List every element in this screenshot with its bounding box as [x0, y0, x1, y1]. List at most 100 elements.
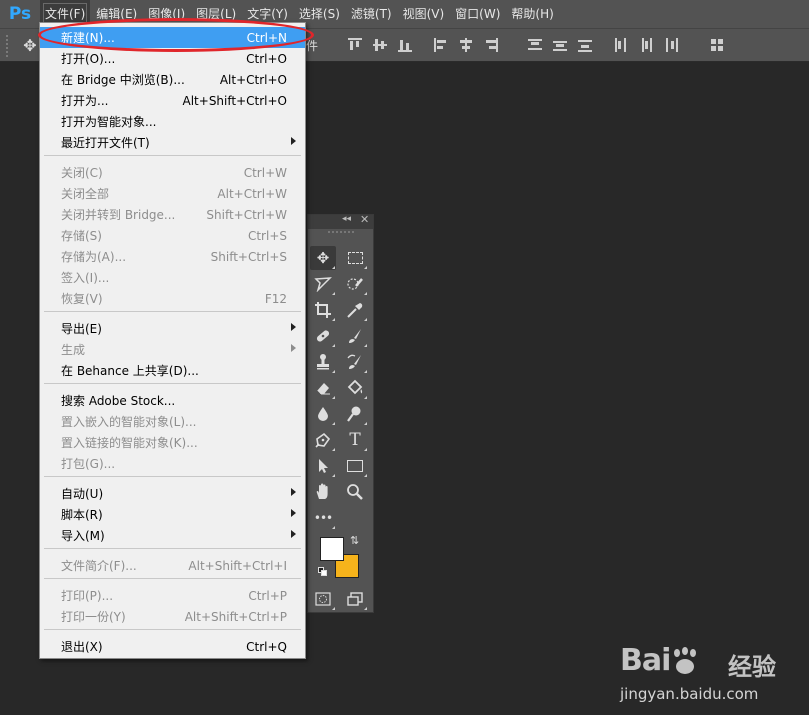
menu-item-label: 置入嵌入的智能对象(L)...: [61, 415, 197, 429]
menu-item-label: 脚本(R): [61, 508, 103, 522]
pen-tool-icon[interactable]: [310, 428, 336, 452]
menu-item-recent-files[interactable]: 最近打开文件(T): [40, 132, 305, 153]
menu-item-place-linked[interactable]: 置入链接的智能对象(K)...: [40, 432, 305, 453]
menu-item-label: 关闭全部: [61, 187, 110, 201]
menu-item-shortcut: Shift+Ctrl+W: [206, 207, 287, 222]
blur-tool-icon[interactable]: [310, 402, 336, 426]
marquee-tool-icon[interactable]: [342, 246, 368, 270]
default-colors-icon[interactable]: [318, 567, 328, 577]
distribute-right-icon[interactable]: [664, 38, 678, 52]
distribute-vcenter-icon[interactable]: [553, 38, 567, 52]
menu-item-revert[interactable]: 恢复(V) F12: [40, 288, 305, 309]
menu-item-shortcut: F12: [264, 291, 287, 306]
history-brush-tool-icon[interactable]: [342, 350, 368, 374]
close-icon[interactable]: ✕: [360, 213, 369, 226]
menu-view[interactable]: 视图(V): [398, 0, 450, 28]
distribute-left-icon[interactable]: [614, 38, 628, 52]
menu-item-generate[interactable]: 生成: [40, 339, 305, 360]
rectangle-tool-icon[interactable]: [342, 454, 368, 478]
menu-item-share-on-behance[interactable]: 在 Behance 上共享(D)...: [40, 360, 305, 381]
dodge-tool-icon[interactable]: [342, 402, 368, 426]
menu-item-label: 导出(E): [61, 322, 102, 336]
menu-item-shortcut: Ctrl+W: [243, 165, 287, 180]
menu-item-print-one-copy[interactable]: 打印一份(Y) Alt+Shift+Ctrl+P: [40, 606, 305, 627]
menu-window[interactable]: 窗口(W): [450, 0, 505, 28]
menu-item-exit[interactable]: 退出(X) Ctrl+Q: [40, 636, 305, 657]
menu-item-shortcut: Alt+Ctrl+W: [217, 186, 287, 201]
distribute-top-icon[interactable]: [528, 38, 542, 52]
paw-icon: [671, 646, 699, 675]
type-tool-icon[interactable]: T: [342, 428, 368, 452]
menu-item-search-adobe-stock[interactable]: 搜索 Adobe Stock...: [40, 390, 305, 411]
menu-item-label: 最近打开文件(T): [61, 136, 150, 150]
menu-separator: [44, 383, 301, 384]
menu-item-import[interactable]: 导入(M): [40, 525, 305, 546]
menu-item-label: 恢复(V): [61, 292, 103, 306]
healing-brush-tool-icon[interactable]: [310, 324, 336, 348]
align-hcenter-icon[interactable]: [459, 38, 473, 52]
menu-item-export[interactable]: 导出(E): [40, 318, 305, 339]
submenu-arrow-icon: [291, 344, 296, 352]
quick-mask-icon[interactable]: [310, 587, 336, 611]
menu-item-label: 在 Bridge 中浏览(B)...: [61, 73, 185, 87]
menu-filter[interactable]: 滤镜(T): [346, 0, 397, 28]
swap-colors-icon[interactable]: ⇅: [350, 534, 359, 547]
distribute-bottom-icon[interactable]: [578, 38, 592, 52]
auto-align-icon[interactable]: [710, 38, 724, 52]
tools-panel-grip[interactable]: [328, 231, 354, 234]
menu-item-shortcut: Alt+Shift+Ctrl+P: [184, 609, 287, 624]
menu-item-label: 打印(P)...: [61, 589, 114, 603]
align-left-icon[interactable]: [434, 38, 448, 52]
align-bottom-icon[interactable]: [398, 38, 412, 52]
menu-item-open-as[interactable]: 打开为... Alt+Shift+Ctrl+O: [40, 90, 305, 111]
menu-item-place-embedded[interactable]: 置入嵌入的智能对象(L)...: [40, 411, 305, 432]
eraser-tool-icon[interactable]: [310, 376, 336, 400]
menu-item-close-all[interactable]: 关闭全部 Alt+Ctrl+W: [40, 183, 305, 204]
menu-item-save-as[interactable]: 存储为(A)... Shift+Ctrl+S: [40, 246, 305, 267]
brush-tool-icon[interactable]: [342, 324, 368, 348]
collapse-icon[interactable]: ◂◂: [342, 214, 351, 224]
menu-item-automate[interactable]: 自动(U): [40, 483, 305, 504]
distribute-hcenter-icon[interactable]: [639, 38, 653, 52]
submenu-arrow-icon: [291, 488, 296, 496]
menu-item-shortcut: Ctrl+P: [248, 588, 287, 603]
crop-tool-icon[interactable]: [310, 298, 336, 322]
screen-mode-icon[interactable]: [342, 587, 368, 611]
menu-help[interactable]: 帮助(H): [506, 0, 558, 28]
zoom-tool-icon[interactable]: [342, 480, 368, 504]
submenu-arrow-icon: [291, 509, 296, 517]
clone-stamp-tool-icon[interactable]: [310, 350, 336, 374]
menu-item-browse-in-bridge[interactable]: 在 Bridge 中浏览(B)... Alt+Ctrl+O: [40, 69, 305, 90]
menu-item-close-and-go-to-bridge[interactable]: 关闭并转到 Bridge... Shift+Ctrl+W: [40, 204, 305, 225]
more-tools-icon[interactable]: •••: [310, 506, 336, 530]
lasso-tool-icon[interactable]: [310, 272, 336, 296]
foreground-color-swatch[interactable]: [320, 537, 344, 561]
menu-item-label: 自动(U): [61, 487, 104, 501]
options-bar-grip[interactable]: [6, 35, 10, 57]
hand-tool-icon[interactable]: [310, 480, 336, 504]
menu-item-close[interactable]: 关闭(C) Ctrl+W: [40, 162, 305, 183]
move-tool-icon[interactable]: ✥: [310, 246, 336, 270]
menu-item-file-info[interactable]: 文件简介(F)... Alt+Shift+Ctrl+I: [40, 555, 305, 576]
menu-item-label: 打开(O)...: [61, 52, 116, 66]
menu-item-scripts[interactable]: 脚本(R): [40, 504, 305, 525]
eyedropper-tool-icon[interactable]: [342, 298, 368, 322]
menu-item-package[interactable]: 打包(G)...: [40, 453, 305, 474]
menu-item-check-in[interactable]: 签入(I)...: [40, 267, 305, 288]
menu-item-shortcut: Ctrl+S: [247, 228, 287, 243]
quick-selection-tool-icon[interactable]: [342, 272, 368, 296]
menu-item-save[interactable]: 存储(S) Ctrl+S: [40, 225, 305, 246]
paint-bucket-tool-icon[interactable]: [342, 376, 368, 400]
menu-item-print[interactable]: 打印(P)... Ctrl+P: [40, 585, 305, 606]
tools-panel-header[interactable]: ◂◂ ✕: [308, 213, 373, 229]
move-icon[interactable]: ✥: [20, 36, 40, 56]
menu-item-shortcut: Alt+Ctrl+O: [219, 72, 287, 87]
menu-item-shortcut: Alt+Shift+Ctrl+I: [188, 558, 287, 573]
baidu-logo: Bai: [620, 643, 700, 678]
menu-item-open-as-smart-object[interactable]: 打开为智能对象...: [40, 111, 305, 132]
path-selection-tool-icon[interactable]: [310, 454, 336, 478]
align-right-icon[interactable]: [484, 38, 498, 52]
align-vcenter-icon[interactable]: [373, 38, 387, 52]
align-top-icon[interactable]: [348, 38, 362, 52]
menu-item-shortcut: Ctrl+O: [246, 51, 287, 66]
